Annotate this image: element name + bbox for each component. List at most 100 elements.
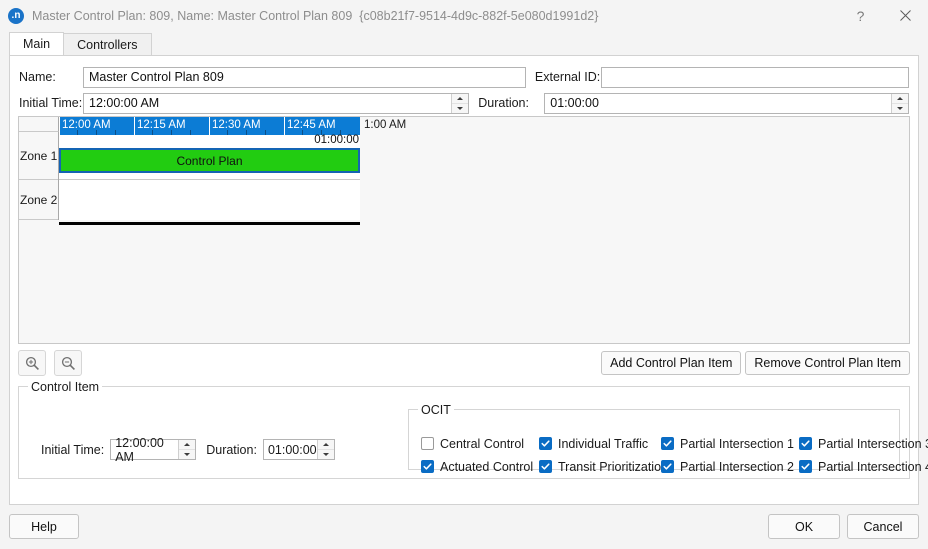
stepper-up[interactable] xyxy=(179,440,196,450)
initial-time-field[interactable]: 12:00:00 AM xyxy=(83,92,470,114)
control-item-initial-time-field[interactable]: 12:00:00 AM xyxy=(110,436,197,464)
checkbox-box[interactable] xyxy=(661,437,674,450)
stepper-down[interactable] xyxy=(317,450,334,459)
add-control-plan-item-button[interactable]: Add Control Plan Item xyxy=(601,351,742,375)
duration-value: 01:00:00 xyxy=(550,96,599,110)
ocit-group: OCIT Central Control Individual Traffic xyxy=(408,403,928,474)
control-item-group: Control Item Initial Time: 12:00:00 AM D… xyxy=(18,380,928,479)
dialog-window: .n Master Control Plan: 809, Name: Maste… xyxy=(0,0,928,549)
timeline-toolbar: Add Control Plan Item Remove Control Pla… xyxy=(18,350,910,376)
timeline-tick-label: 12:15 AM xyxy=(137,119,186,131)
control-plan-bar-label: Control Plan xyxy=(61,150,358,171)
stepper-down[interactable] xyxy=(179,450,196,459)
name-label: Name: xyxy=(19,70,56,84)
timeline-baseline xyxy=(59,222,360,225)
ocit-checkbox-grid: Central Control Individual Traffic Parti… xyxy=(421,432,928,478)
checkbox-box[interactable] xyxy=(421,437,434,450)
stepper-up[interactable] xyxy=(317,440,334,450)
form-row-initial-time: Initial Time: 12:00:00 AM Duration: 01:0… xyxy=(19,92,909,114)
stepper-up[interactable] xyxy=(452,93,469,104)
window-controls: ? xyxy=(838,0,928,31)
checkbox-partial-intersection-1[interactable]: Partial Intersection 1 xyxy=(661,437,799,451)
checkbox-box[interactable] xyxy=(539,460,552,473)
checkbox-central-control[interactable]: Central Control xyxy=(421,437,539,451)
duration-field[interactable]: 01:00:00 xyxy=(544,92,909,114)
timeline-lanes: 01:00:00 Control Plan xyxy=(59,134,360,220)
checkbox-label: Partial Intersection 2 xyxy=(680,459,794,474)
checkbox-individual-traffic[interactable]: Individual Traffic xyxy=(539,437,661,451)
checkbox-partial-intersection-3[interactable]: Partial Intersection 3 xyxy=(799,437,928,451)
help-icon-button[interactable]: ? xyxy=(838,0,883,31)
control-item-duration-field[interactable]: 01:00:00 xyxy=(262,439,335,460)
checkbox-box[interactable] xyxy=(421,460,434,473)
tab-controllers[interactable]: Controllers xyxy=(63,33,152,55)
zone-column: Zone 1 Zone 2 xyxy=(19,132,59,220)
timeline-lane-zone2[interactable] xyxy=(59,180,360,220)
timeline-tick-label: 1:00 AM xyxy=(364,119,407,131)
name-value: Master Control Plan 809 xyxy=(89,70,224,84)
name-field[interactable]: Master Control Plan 809 xyxy=(83,66,526,88)
zone-row-label: Zone 2 xyxy=(19,180,58,220)
control-item-initial-time-stepper[interactable] xyxy=(178,440,196,459)
control-plan-item-actions: Add Control Plan Item Remove Control Pla… xyxy=(601,351,910,375)
ok-button[interactable]: OK xyxy=(768,514,840,539)
checkbox-box[interactable] xyxy=(661,460,674,473)
checkbox-label: Individual Traffic xyxy=(558,436,649,451)
checkbox-box[interactable] xyxy=(799,437,812,450)
tab-page-main: Name: Master Control Plan 809 External I… xyxy=(9,55,928,505)
timeline-tick-label: 12:45 AM xyxy=(287,119,336,131)
checkbox-partial-intersection-2[interactable]: Partial Intersection 2 xyxy=(661,460,799,474)
cancel-button[interactable]: Cancel xyxy=(847,514,919,539)
timeline-tick-label: 12:00 AM xyxy=(62,119,111,131)
timeline-header: 12:00 AM 12:15 AM 12:30 AM 12:45 AM xyxy=(59,117,360,135)
external-id-field[interactable] xyxy=(600,66,910,88)
dialog-footer: Help OK Cancel xyxy=(0,505,928,549)
window-title: Master Control Plan: 809, Name: Master C… xyxy=(32,8,353,23)
stepper-down[interactable] xyxy=(892,103,908,113)
checkbox-partial-intersection-4[interactable]: Partial Intersection 4 xyxy=(799,460,928,474)
checkbox-label: Partial Intersection 1 xyxy=(680,436,794,451)
control-plan-duration-label: 01:00:00 xyxy=(314,134,359,146)
checkbox-transit-prioritization[interactable]: Transit Prioritization xyxy=(539,460,668,474)
title-bar: .n Master Control Plan: 809, Name: Maste… xyxy=(0,0,928,31)
initial-time-label: Initial Time: xyxy=(19,96,83,110)
timeline-chart[interactable]: 12:00 AM 12:15 AM 12:30 AM 12:45 AM 1:00… xyxy=(18,116,910,344)
duration-stepper[interactable] xyxy=(891,93,908,113)
form-row-name: Name: Master Control Plan 809 External I… xyxy=(19,66,910,88)
control-item-group-title: Control Item xyxy=(28,380,103,394)
stepper-up[interactable] xyxy=(892,93,908,104)
control-item-duration-stepper[interactable] xyxy=(316,440,334,459)
help-button[interactable]: Help xyxy=(9,514,79,539)
ocit-group-title: OCIT xyxy=(418,403,454,417)
external-id-label: External ID: xyxy=(534,70,601,84)
remove-control-plan-item-button[interactable]: Remove Control Plan Item xyxy=(745,351,910,375)
zone-row-label: Zone 1 xyxy=(19,132,58,180)
checkbox-label: Partial Intersection 3 xyxy=(818,436,928,451)
control-item-fields: Initial Time: 12:00:00 AM Duration: 01:0… xyxy=(41,436,345,464)
duration-label: Duration: xyxy=(478,96,529,110)
stepper-down[interactable] xyxy=(452,103,469,113)
checkbox-label: Transit Prioritization xyxy=(558,459,668,474)
tab-strip: Main Controllers xyxy=(9,31,928,55)
control-item-initial-time-label: Initial Time: xyxy=(41,442,105,457)
initial-time-stepper[interactable] xyxy=(451,93,469,113)
timeline-tick-label: 12:30 AM xyxy=(212,119,261,131)
zoom-in-icon-button[interactable] xyxy=(18,350,46,376)
checkbox-label: Central Control xyxy=(440,436,525,451)
checkbox-label: Actuated Control xyxy=(440,459,534,474)
checkbox-actuated-control[interactable]: Actuated Control xyxy=(421,460,539,474)
initial-time-value: 12:00:00 AM xyxy=(89,96,160,110)
close-icon-button[interactable] xyxy=(883,0,928,31)
window-guid: {c08b21f7-9514-4d9c-882f-5e080d1991d2} xyxy=(359,8,599,23)
timeline-corner xyxy=(19,117,59,132)
zoom-out-icon-button[interactable] xyxy=(54,350,82,376)
control-plan-bar[interactable]: Control Plan xyxy=(59,148,360,173)
top-form: Name: Master Control Plan 809 External I… xyxy=(19,66,910,118)
timeline-lane-zone1[interactable]: 01:00:00 Control Plan xyxy=(59,134,360,180)
checkbox-box[interactable] xyxy=(539,437,552,450)
checkbox-label: Partial Intersection 4 xyxy=(818,459,928,474)
app-icon: .n xyxy=(8,7,24,24)
tab-main[interactable]: Main xyxy=(9,32,65,55)
checkbox-box[interactable] xyxy=(799,460,812,473)
control-item-duration-label: Duration: xyxy=(206,442,257,457)
